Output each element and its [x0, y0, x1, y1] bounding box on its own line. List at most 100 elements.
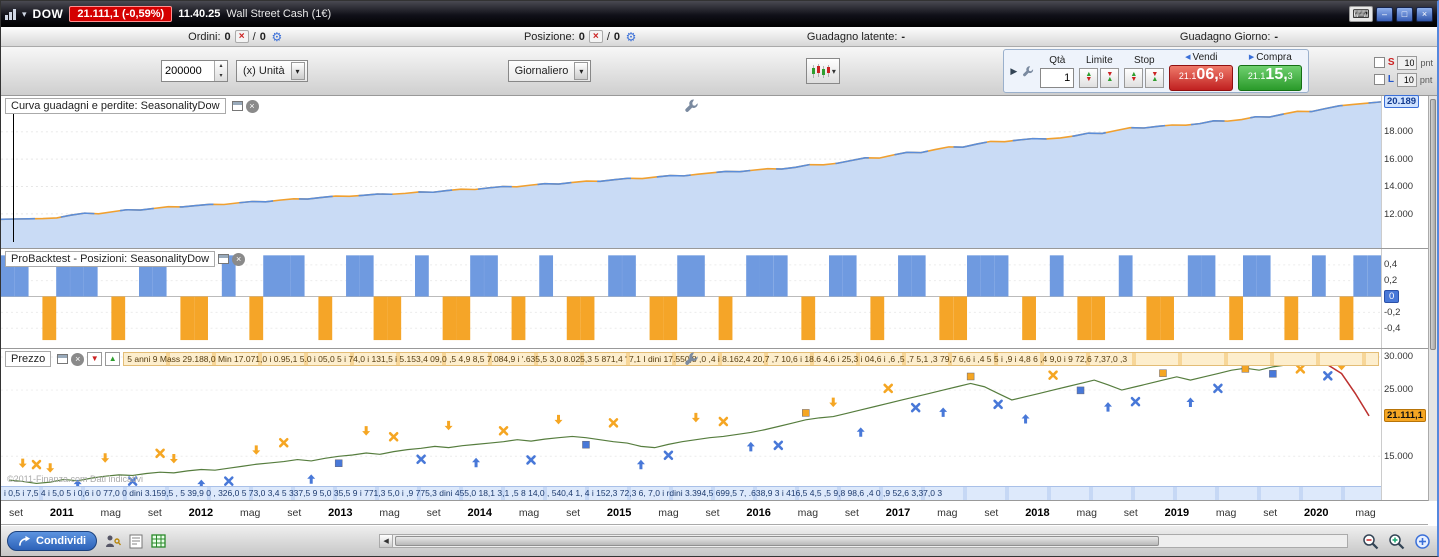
orders-settings-icon[interactable]: ⚙	[270, 30, 284, 43]
buy-stop-button[interactable]: ▲ ▼	[1124, 67, 1144, 88]
sell-button[interactable]: 21.1 06, 9	[1169, 64, 1234, 91]
limit-label: Limite	[1085, 54, 1113, 66]
table-icon[interactable]	[151, 534, 166, 548]
unit-select[interactable]: (x) Unità ▾	[236, 60, 308, 82]
collapse-panel-icon[interactable]: ▶	[1010, 66, 1017, 77]
vertical-scrollbar[interactable]	[1428, 96, 1437, 501]
wrench-icon[interactable]	[1022, 65, 1035, 78]
latent-gain-value: -	[901, 30, 906, 43]
equity-pane[interactable]: Curva guadagni e perdite: SeasonalityDow…	[1, 94, 1428, 249]
buy-price-big: 15,	[1265, 65, 1288, 83]
x-axis-label: set	[1263, 506, 1278, 519]
price-plot[interactable]: Prezzo × ▼ ▲ 5 anni 9 Mass 29.188,0 Min …	[1, 349, 1381, 500]
sell-price-prefix: 21.1	[1178, 70, 1197, 81]
order-qty-column: Qtà	[1040, 55, 1075, 88]
close-button[interactable]: ×	[1416, 6, 1433, 22]
detach-window-icon[interactable]	[57, 354, 69, 364]
zoom-selection-icon[interactable]	[1414, 533, 1431, 550]
stop-points-input[interactable]	[1397, 55, 1418, 70]
limit-points-input[interactable]	[1396, 72, 1417, 87]
chevron-down-icon[interactable]: ▾	[574, 62, 589, 80]
quantity-input[interactable]	[162, 61, 214, 81]
minimize-button[interactable]: –	[1376, 6, 1393, 22]
x-axis-label: mag	[518, 506, 540, 519]
bottom-toolbar: Condividi ◀	[1, 526, 1437, 556]
y-axis-tick: 0,2	[1384, 275, 1398, 286]
equity-plot[interactable]: Curva guadagni e perdite: SeasonalityDow…	[1, 96, 1381, 248]
latent-gain-label: Guadagno latente:	[806, 30, 898, 43]
zoom-out-icon[interactable]	[1362, 533, 1379, 550]
position-settings-icon[interactable]: ⚙	[624, 30, 638, 43]
y-axis-tick: -0,4	[1384, 323, 1401, 334]
equity-y-axis: 18.000 16.000 14.000 12.000 20.189	[1381, 94, 1428, 248]
close-position-icon[interactable]: ×	[588, 30, 603, 43]
share-button[interactable]: Condividi	[7, 531, 98, 551]
quote-time: 11.40.25	[178, 8, 221, 20]
timeframe-select-value: Giornaliero	[514, 65, 569, 77]
instrument-dropdown-caret[interactable]: ▾	[22, 9, 27, 20]
stop-letter: S	[1387, 57, 1395, 68]
sell-limit-button[interactable]: ▼ ▲	[1100, 67, 1120, 88]
horizontal-scrollbar-thumb[interactable]	[395, 536, 1159, 546]
order-qty-input[interactable]	[1040, 67, 1075, 88]
vertical-scrollbar-thumb[interactable]	[1430, 99, 1436, 351]
quantity-spinner[interactable]: ▴ ▾	[214, 61, 227, 81]
y-axis-tick: -0,2	[1384, 307, 1401, 318]
limit-checkbox[interactable]	[1373, 74, 1385, 85]
x-axis-label: 2016	[746, 506, 771, 519]
detach-window-icon[interactable]	[231, 101, 243, 111]
buy-button[interactable]: 21.1 15, 3	[1238, 64, 1303, 91]
price-pane[interactable]: Prezzo × ▼ ▲ 5 anni 9 Mass 29.188,0 Min …	[1, 349, 1428, 501]
quantity-field: ▴▾	[161, 60, 228, 82]
sell-stop-button[interactable]: ▼ ▲	[1145, 67, 1165, 88]
up-arrow-icon: ▲	[1106, 75, 1114, 83]
positions-plot[interactable]: ProBacktest - Posizioni: SeasonalityDow …	[1, 249, 1381, 348]
user-key-icon[interactable]	[105, 534, 122, 549]
position-label: Posizione:	[523, 30, 575, 43]
x-axis-label: 2019	[1164, 506, 1190, 519]
limit-letter: L	[1387, 74, 1394, 85]
stop-limit-column: S pnt L pnt	[1373, 55, 1433, 87]
volume-icon[interactable]	[5, 8, 16, 20]
chart-type-button[interactable]: ▾	[806, 58, 841, 84]
chevron-down-icon[interactable]: ▾	[290, 62, 305, 80]
keyboard-icon[interactable]: ⌨	[1349, 6, 1373, 22]
up-arrow-icon: ▲	[1151, 75, 1159, 83]
zoom-in-icon[interactable]	[1388, 533, 1405, 550]
cursor-line	[13, 108, 14, 242]
cancel-orders-icon[interactable]: ×	[234, 30, 249, 43]
instrument-symbol[interactable]: DOW	[33, 7, 64, 21]
scroll-left-icon[interactable]: ◀	[380, 535, 394, 547]
y-axis-tick: 12.000	[1384, 208, 1414, 220]
y-axis-tick: 14.000	[1384, 181, 1414, 193]
current-value-badge: 0	[1384, 290, 1400, 303]
x-axis-label: set	[566, 506, 581, 519]
x-axis-label: set	[9, 506, 24, 519]
day-gain-info: Guadagno Giorno: -	[1021, 31, 1437, 43]
charts-area: Curva guadagni e perdite: SeasonalityDow…	[1, 94, 1437, 526]
position-open-count: 0	[578, 30, 585, 43]
current-value-badge: 20.189	[1384, 94, 1420, 108]
x-axis-label: set	[984, 506, 999, 519]
x-axis-label: set	[426, 506, 441, 519]
horizontal-scrollbar[interactable]: ◀	[379, 534, 1348, 548]
buy-limit-button[interactable]: ▲ ▼	[1079, 67, 1099, 88]
stop-checkbox[interactable]	[1373, 57, 1385, 68]
x-axis-label: 2012	[188, 506, 214, 519]
timeframe-select[interactable]: Giornaliero ▾	[507, 60, 592, 82]
stop-column: Stop ▲ ▼ ▼ ▲	[1124, 55, 1165, 88]
x-axis-label: set	[705, 506, 720, 519]
latent-gain-info: Guadagno latente: -	[691, 31, 1021, 43]
news-icon[interactable]	[129, 534, 143, 549]
orders-info: Ordini: 0 × / 0 ⚙	[1, 30, 471, 43]
close-pane-icon[interactable]: ×	[232, 252, 246, 266]
sell-price-decimal: 9	[1218, 70, 1224, 81]
maximize-button[interactable]: □	[1396, 6, 1413, 22]
status-infobar: Ordini: 0 × / 0 ⚙ Posizione: 0 × / 0 ⚙ G…	[1, 27, 1437, 47]
x-axis-label: mag	[1355, 506, 1376, 519]
market-name: Wall Street Cash (1€)	[226, 8, 332, 20]
price-y-axis: 30.000 25.000 15.000 21.111,1	[1381, 349, 1428, 500]
detach-window-icon[interactable]	[218, 254, 230, 264]
y-axis-tick: 16.000	[1384, 153, 1414, 165]
positions-pane[interactable]: ProBacktest - Posizioni: SeasonalityDow …	[1, 249, 1428, 349]
